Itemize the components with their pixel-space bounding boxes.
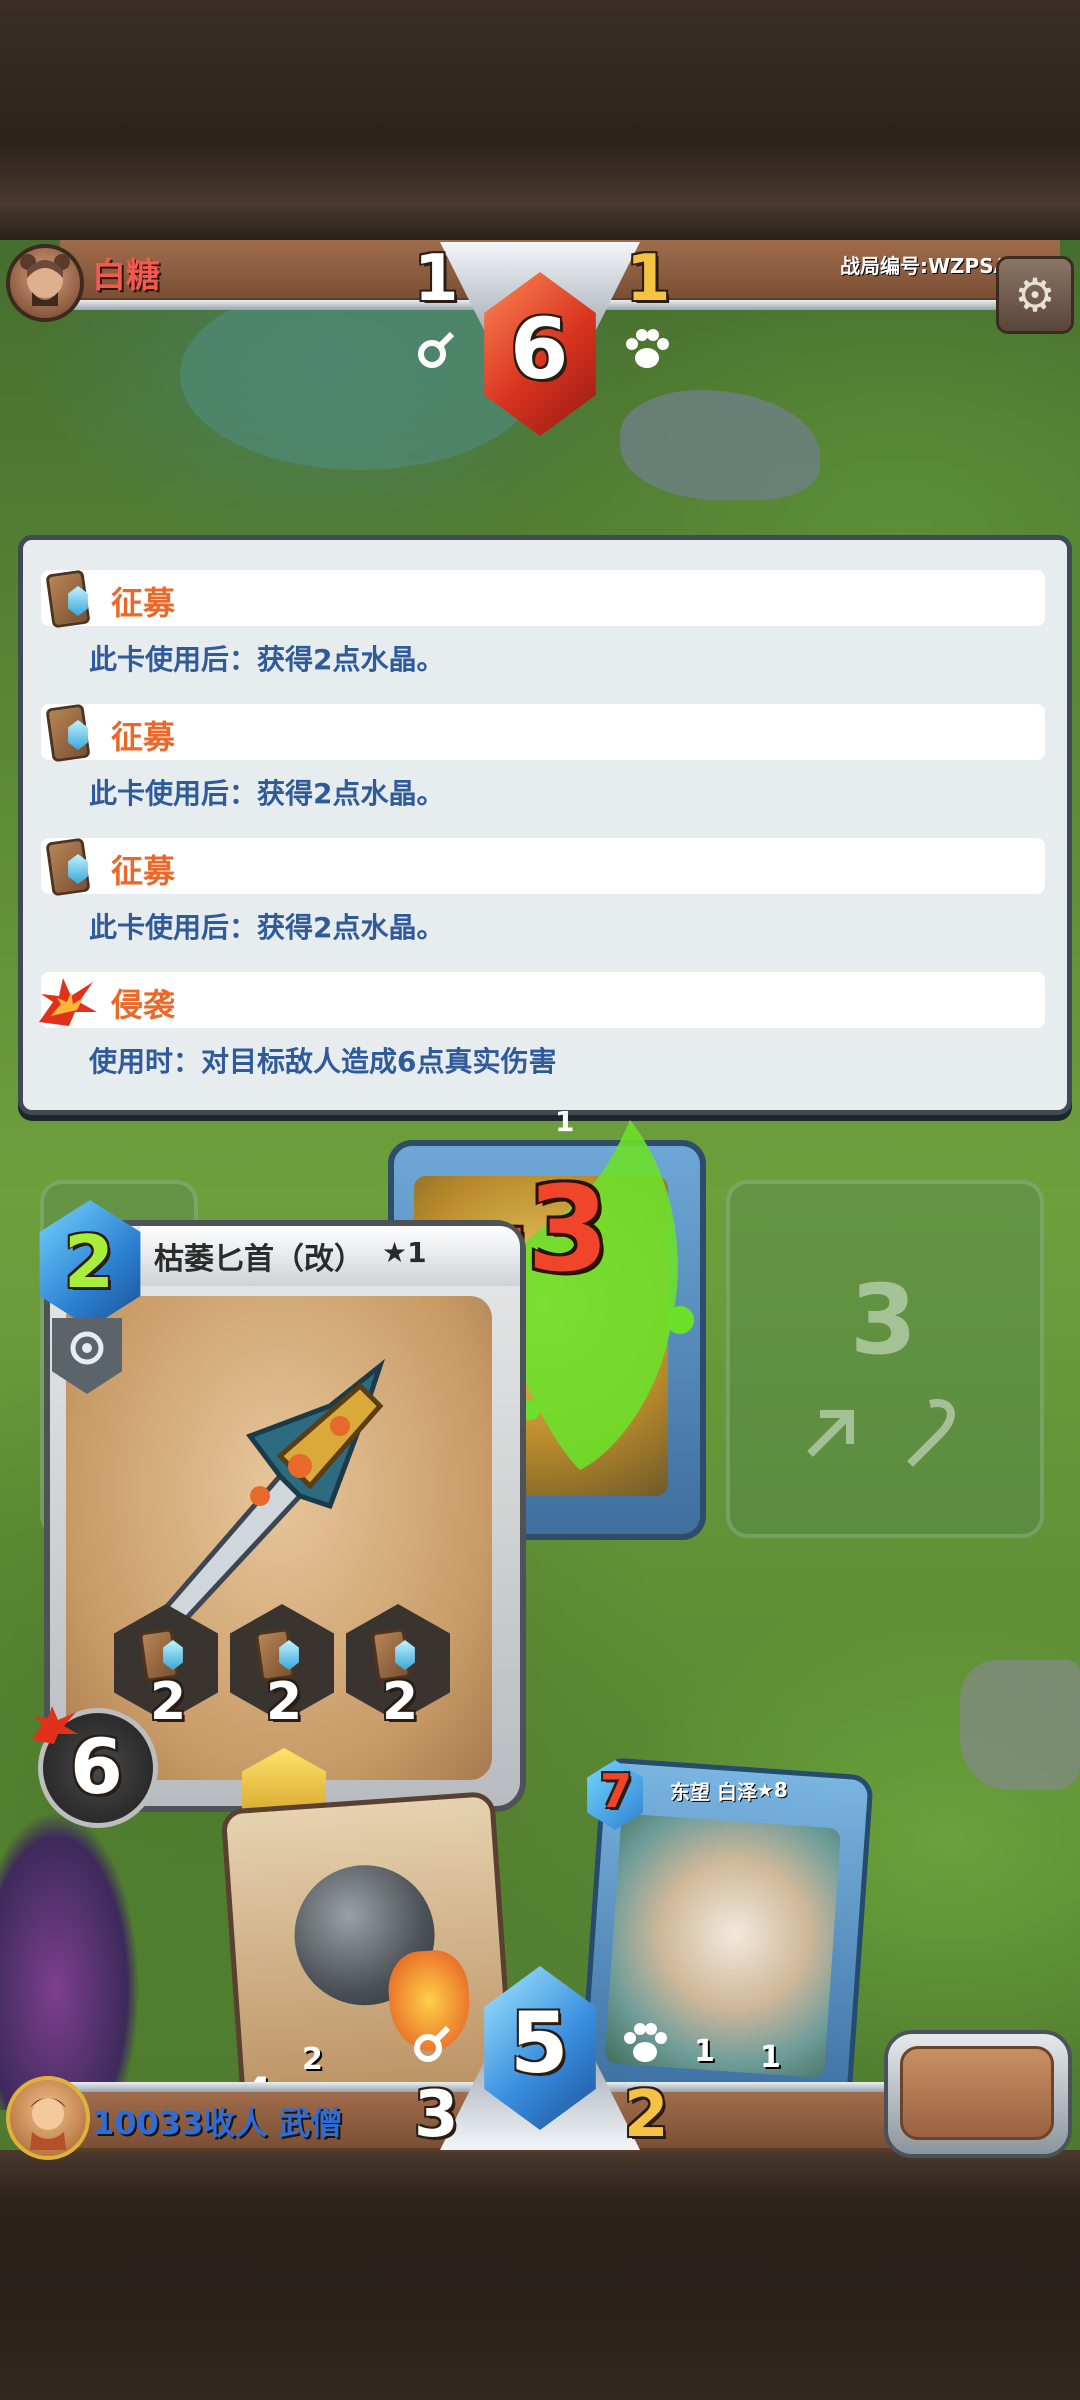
hook-icon (410, 2020, 456, 2066)
empty-board-slot[interactable]: 3 (726, 1180, 1044, 1538)
log-entry-header (41, 570, 1045, 626)
hand-card-right-stars: ★8 (756, 1778, 788, 1802)
hook-icon (414, 326, 460, 372)
explosion-icon (39, 970, 97, 1030)
monk-avatar-icon (30, 2098, 66, 2150)
featured-card-stars: ★1 (382, 1236, 427, 1269)
log-entry-desc: 此卡使用后：获得2点水晶。 (89, 911, 445, 944)
dagger-art (130, 1346, 450, 1646)
opponent-paw-count: 1 (626, 242, 671, 316)
recruit-card-icon (41, 702, 91, 763)
hand-card-right-stat: 1 (694, 2034, 715, 2069)
gear-icon: ⚙ (1014, 268, 1056, 322)
opponent-avatar[interactable] (6, 244, 84, 322)
rock-decoration (620, 390, 820, 500)
player-hook-count: 3 (414, 2078, 459, 2152)
paw-icon (620, 2020, 670, 2066)
hand-card-left-stat: 2 (302, 2042, 323, 2077)
slot-hook-arrow-icon (807, 1399, 955, 1467)
featured-card-name: 枯萎匕首（改） (154, 1242, 364, 1277)
log-entry-header (41, 972, 1045, 1028)
featured-card-cost: 2 (64, 1220, 115, 1304)
player-name: 10033收人 武僧 (92, 2104, 343, 2142)
player-avatar[interactable] (6, 2076, 90, 2160)
recruit-card-icon (41, 568, 91, 629)
log-entry-header (41, 838, 1045, 894)
paw-icon (622, 326, 672, 372)
featured-card-attack: 6 (70, 1722, 123, 1811)
recruit-value: 2 (150, 1672, 187, 1732)
log-entry-desc: 此卡使用后：获得2点水晶。 (89, 643, 445, 676)
battle-log-panel: 征募 此卡使用后：获得2点水晶。 征募 此卡使用后：获得2点水晶。 征募 此卡使… (18, 535, 1072, 1115)
log-entry-title: 征募 (111, 584, 176, 622)
player-crystal-value: 5 (510, 1994, 569, 2092)
recruit-value: 2 (382, 1672, 419, 1732)
match-id: 战局编号:WZPSA (840, 254, 1010, 278)
settings-button[interactable]: ⚙ (996, 256, 1074, 334)
opponent-name: 白糖 (92, 256, 160, 296)
rock-decoration (960, 1660, 1080, 1790)
opponent-hook-count: 1 (414, 242, 459, 316)
log-entry-header (41, 704, 1045, 760)
bear-warrior-avatar-icon (20, 254, 70, 306)
hand-card-right-cost: 7 (600, 1764, 633, 1818)
top-frame (0, 0, 1080, 240)
end-turn-button[interactable] (884, 2030, 1072, 2158)
plant-decoration (0, 1810, 140, 2110)
opponent-crystal-value: 6 (510, 300, 569, 398)
log-entry-title: 征募 (111, 718, 176, 756)
log-entry-title: 侵袭 (111, 986, 176, 1024)
end-turn-button-face (900, 2046, 1054, 2140)
hand-card-right-name: 东望 白泽 (670, 1780, 757, 1804)
recruit-value: 2 (266, 1672, 303, 1732)
player-paw-count: 2 (624, 2078, 669, 2152)
log-entry-desc: 使用时：对目标敌人造成6点真实伤害 (89, 1045, 557, 1078)
bottom-frame (0, 2150, 1080, 2400)
log-entry-desc: 此卡使用后：获得2点水晶。 (89, 777, 445, 810)
slot-number: 3 (850, 1264, 917, 1376)
recruit-card-icon (41, 836, 91, 897)
log-entry-title: 征募 (111, 852, 176, 890)
hand-card-right-stat: 1 (760, 2040, 781, 2075)
